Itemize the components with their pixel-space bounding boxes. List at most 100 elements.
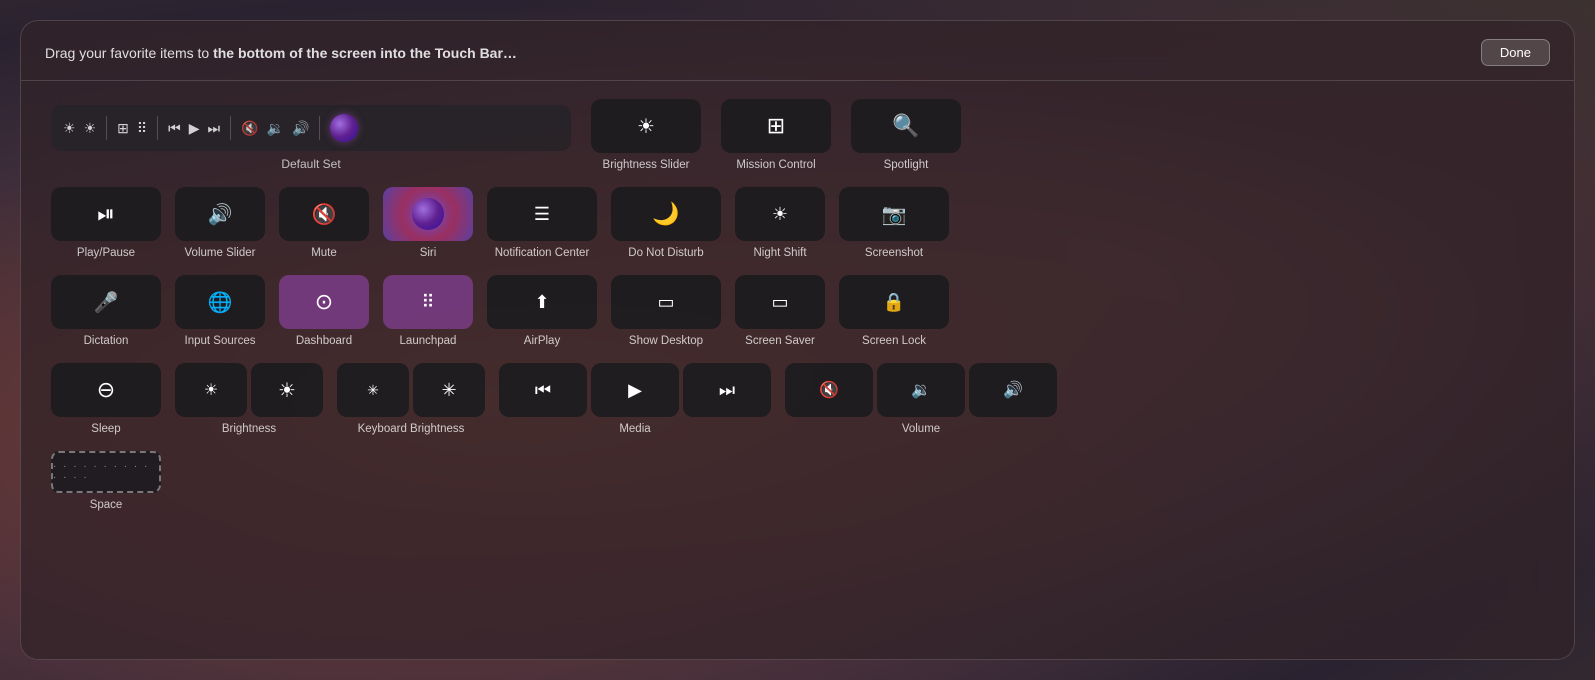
media-fastforward-button[interactable]: ⏭	[683, 363, 771, 417]
play-pause-button[interactable]: ⏯	[51, 187, 161, 241]
volume-slider-button[interactable]: 🔊	[175, 187, 265, 241]
dictation-icon: 🎤	[94, 290, 119, 315]
screen-lock-label: Screen Lock	[862, 335, 926, 347]
play-pause-group: ⏯ Play/Pause	[51, 187, 161, 259]
content-area: ☀ ☀ ⊞ ⠿ ⏮ ▶ ⏭ 🔇 🔉 🔊	[21, 81, 1574, 529]
show-desktop-label: Show Desktop	[629, 335, 703, 347]
mission-control-button[interactable]: ⊞	[721, 99, 831, 153]
kb-brightness-up-button[interactable]: ✳	[413, 363, 485, 417]
media-rewind-button[interactable]: ⏮	[499, 363, 587, 417]
media-fastforward-icon: ⏭	[719, 380, 735, 401]
brightness-slider-icon: ☀	[637, 114, 655, 139]
notification-center-icon: ☰	[534, 204, 550, 225]
fastforward-ds-icon: ⏭	[208, 120, 221, 137]
mute-group: 🔇 Mute	[279, 187, 369, 259]
dictation-button[interactable]: 🎤	[51, 275, 161, 329]
night-shift-button[interactable]: ☀	[735, 187, 825, 241]
media-group-label: Media	[619, 423, 650, 435]
sleep-button[interactable]: ⊖	[51, 363, 161, 417]
launchpad-button[interactable]: ⠿	[383, 275, 473, 329]
volume-group: 🔇 🔉 🔊 Volume	[785, 363, 1057, 435]
notification-center-button[interactable]: ☰	[487, 187, 597, 241]
keyboard-brightness-label: Keyboard Brightness	[358, 423, 465, 435]
mission-control-ds-icon: ⊞	[117, 120, 129, 137]
row-4: ⊖ Sleep ☀ ☀ Brightness	[51, 363, 1544, 435]
rewind-ds-icon: ⏮	[168, 120, 181, 137]
do-not-disturb-icon: 🌙	[652, 201, 679, 227]
row-5: · · · · · · · · · · · · · · Space	[51, 451, 1544, 511]
show-desktop-button[interactable]: ▭	[611, 275, 721, 329]
divider-2	[157, 116, 158, 140]
dashboard-button[interactable]: ⊙	[279, 275, 369, 329]
media-play-button[interactable]: ▶	[591, 363, 679, 417]
mute-label: Mute	[311, 247, 337, 259]
brightness-group-label: Brightness	[222, 423, 276, 435]
mute-ds-icon: 🔇	[241, 120, 258, 137]
brightness-high-icon: ☀	[84, 120, 97, 137]
volume-slider-group: 🔊 Volume Slider	[175, 187, 265, 259]
mute-icon: 🔇	[312, 202, 337, 227]
siri-ds-icon	[330, 114, 358, 142]
kb-brightness-down-button[interactable]: ✳	[337, 363, 409, 417]
media-play-icon: ▶	[628, 380, 642, 401]
done-button[interactable]: Done	[1481, 39, 1550, 66]
panel: Drag your favorite items to the bottom o…	[20, 20, 1575, 660]
siri-label: Siri	[420, 247, 437, 259]
night-shift-label: Night Shift	[753, 247, 806, 259]
kb-brightness-up-icon: ✳	[441, 380, 456, 401]
volume-mute-icon: 🔇	[819, 380, 839, 400]
launchpad-icon: ⠿	[421, 292, 434, 313]
siri-group: Siri	[383, 187, 473, 259]
keyboard-brightness-group: ✳ ✳ Keyboard Brightness	[337, 363, 485, 435]
spotlight-button[interactable]: 🔍	[851, 99, 961, 153]
dashboard-label: Dashboard	[296, 335, 352, 347]
launchpad-ds-icon: ⠿	[137, 120, 147, 137]
keyboard-brightness-buttons: ✳ ✳	[337, 363, 485, 417]
mission-control-icon: ⊞	[767, 113, 785, 139]
default-set-bar[interactable]: ☀ ☀ ⊞ ⠿ ⏮ ▶ ⏭ 🔇 🔉 🔊	[51, 105, 571, 151]
brightness-down-icon: ☀	[204, 380, 218, 400]
brightness-down-button[interactable]: ☀	[175, 363, 247, 417]
input-sources-button[interactable]: 🌐	[175, 275, 265, 329]
screen-saver-group: ▭ Screen Saver	[735, 275, 825, 347]
divider-3	[230, 116, 231, 140]
space-group: · · · · · · · · · · · · · · Space	[51, 451, 161, 511]
siri-button[interactable]	[383, 187, 473, 241]
do-not-disturb-button[interactable]: 🌙	[611, 187, 721, 241]
mission-control-label: Mission Control	[736, 159, 815, 171]
screen-saver-button[interactable]: ▭	[735, 275, 825, 329]
brightness-up-button[interactable]: ☀	[251, 363, 323, 417]
default-set-label: Default Set	[281, 157, 340, 171]
brightness-group: ☀ ☀ Brightness	[175, 363, 323, 435]
show-desktop-icon: ▭	[657, 292, 674, 313]
space-label: Space	[90, 499, 123, 511]
brightness-slider-button[interactable]: ☀	[591, 99, 701, 153]
airplay-group: ⬆︎ AirPlay	[487, 275, 597, 347]
dashboard-icon: ⊙	[315, 289, 333, 315]
screenshot-button[interactable]: 📷	[839, 187, 949, 241]
screen-lock-icon: 🔒	[883, 292, 905, 313]
kb-brightness-down-icon: ✳	[367, 382, 379, 399]
volume-slider-icon: 🔊	[208, 202, 233, 227]
divider-1	[106, 116, 107, 140]
airplay-icon: ⬆︎	[534, 292, 549, 313]
night-shift-icon: ☀	[772, 204, 788, 225]
row-1: ☀ ☀ ⊞ ⠿ ⏮ ▶ ⏭ 🔇 🔉 🔊	[51, 99, 1544, 171]
screen-lock-button[interactable]: 🔒	[839, 275, 949, 329]
mission-control-group: ⊞ Mission Control	[721, 99, 831, 171]
mute-button[interactable]: 🔇	[279, 187, 369, 241]
airplay-button[interactable]: ⬆︎	[487, 275, 597, 329]
space-button[interactable]: · · · · · · · · · · · · · ·	[51, 451, 161, 493]
screen-lock-group: 🔒 Screen Lock	[839, 275, 949, 347]
background: Drag your favorite items to the bottom o…	[0, 0, 1595, 680]
play-pause-label: Play/Pause	[77, 247, 135, 259]
input-sources-label: Input Sources	[185, 335, 256, 347]
siri-orb-icon	[412, 198, 444, 230]
volume-up-button[interactable]: 🔊	[969, 363, 1057, 417]
screen-saver-label: Screen Saver	[745, 335, 815, 347]
brightness-low-icon: ☀	[63, 120, 76, 137]
volume-down-button[interactable]: 🔉	[877, 363, 965, 417]
volume-mute-button[interactable]: 🔇	[785, 363, 873, 417]
brightness-up-icon: ☀	[278, 378, 296, 403]
screen-saver-icon: ▭	[771, 292, 788, 313]
